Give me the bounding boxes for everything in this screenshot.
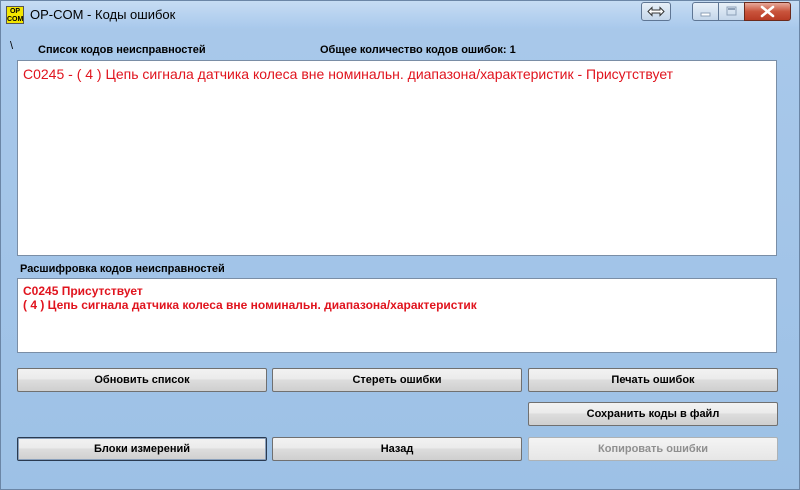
app-icon-text-bottom: COM bbox=[7, 16, 24, 23]
decode-line-2: ( 4 ) Цепь сигнала датчика колеса вне но… bbox=[23, 298, 477, 312]
codes-list-label: Список кодов неисправностей bbox=[38, 44, 206, 56]
app-window: OP COM OP-COM - Коды ошибок \ Список код… bbox=[0, 0, 800, 490]
double-arrow-icon bbox=[647, 6, 665, 17]
total-codes-count: 1 bbox=[509, 44, 516, 56]
maximize-button[interactable] bbox=[718, 2, 745, 21]
list-item[interactable]: C0245 - ( 4 ) Цепь сигнала датчика колес… bbox=[23, 66, 673, 82]
total-codes-text: Общее количество кодов ошибок: bbox=[320, 44, 507, 56]
app-icon-text-top: OP bbox=[9, 8, 21, 15]
minimize-icon bbox=[700, 12, 711, 17]
maximize-icon bbox=[726, 6, 737, 16]
copy-errors-button: Копировать ошибки bbox=[528, 437, 778, 461]
resize-toggle-button[interactable] bbox=[641, 2, 671, 21]
back-button[interactable]: Назад bbox=[272, 437, 522, 461]
save-codes-button[interactable]: Сохранить коды в файл bbox=[528, 402, 778, 426]
print-errors-button[interactable]: Печать ошибок bbox=[528, 368, 778, 392]
total-codes-label: Общее количество кодов ошибок: 1 bbox=[320, 44, 516, 56]
close-button[interactable] bbox=[744, 2, 791, 21]
decode-label: Расшифровка кодов неисправностей bbox=[20, 263, 225, 275]
decode-textbox[interactable]: C0245 Присутствует ( 4 ) Цепь сигнала да… bbox=[17, 278, 777, 353]
title-bar[interactable]: OP COM OP-COM - Коды ошибок bbox=[1, 1, 799, 28]
client-area: \ Список кодов неисправностей Общее коли… bbox=[9, 31, 793, 483]
window-title: OP-COM - Коды ошибок bbox=[30, 7, 176, 22]
close-icon bbox=[760, 5, 775, 18]
opcom-app-icon[interactable]: OP COM bbox=[6, 6, 24, 24]
refresh-list-button[interactable]: Обновить список bbox=[17, 368, 267, 392]
marker-text: \ bbox=[10, 40, 14, 52]
codes-listbox[interactable]: C0245 - ( 4 ) Цепь сигнала датчика колес… bbox=[17, 60, 777, 256]
decode-line-1: C0245 Присутствует bbox=[23, 284, 143, 298]
measurement-blocks-button[interactable]: Блоки измерений bbox=[17, 437, 267, 461]
clear-errors-button[interactable]: Стереть ошибки bbox=[272, 368, 522, 392]
minimize-button[interactable] bbox=[692, 2, 719, 21]
